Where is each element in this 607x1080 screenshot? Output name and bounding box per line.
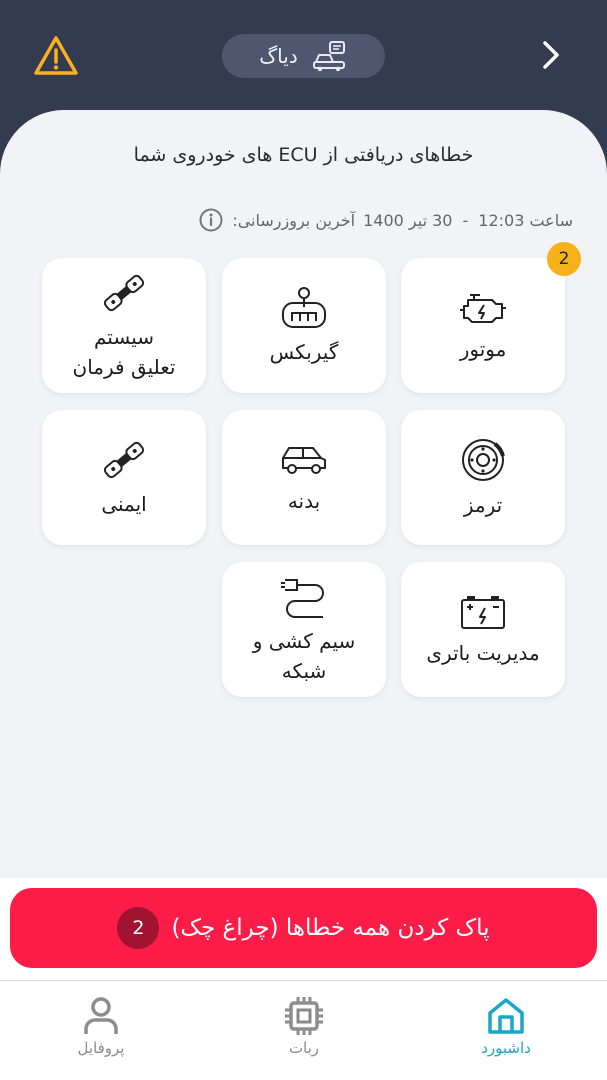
last-update-time: ساعت 12:03 [478,210,573,230]
gearbox-icon [282,286,326,328]
category-label: موتور [459,336,507,361]
error-count-badge: 2 [547,242,581,276]
category-card-engine[interactable]: 2 موتور [401,242,581,393]
engine-icon [460,293,506,323]
last-update-label: آخرین بروزرسانی: [232,210,356,230]
header-title: دیاگ [259,44,298,68]
wiring-plug-icon [281,578,324,618]
car-body-icon [282,446,326,474]
car-diagnostic-icon [312,41,345,72]
clear-count-badge: 2 [117,907,160,949]
nav-label: پروفایل [77,1039,125,1057]
brake-disc-icon [462,438,505,481]
chevron-right-icon [543,41,559,69]
nav-label: داشبورد [481,1039,531,1057]
category-card-body[interactable]: بدنه [222,410,386,545]
category-label: ایمنی [101,491,147,516]
page-heading: خطاهای دریافتی از ECU های خودروی شما [133,144,474,166]
main-content: خطاهای دریافتی از ECU های خودروی شما آخر… [0,110,607,878]
home-icon [488,998,524,1034]
suspension-icon [103,274,145,311]
seatbelt-icon [103,441,145,478]
diag-title-pill[interactable]: دیاگ [222,34,385,78]
user-icon [84,997,118,1034]
nav-profile[interactable]: پروفایل [41,995,161,1057]
category-label: سیم کشی و شبکه [252,628,356,683]
last-update-row: آخرین بروزرسانی: 30 تیر 1400 - ساعت 12:0… [198,206,573,234]
nav-label: ربات [288,1039,320,1057]
clear-all-errors-button[interactable]: پاک کردن همه خطاها (چراغ چک) 2 [10,888,597,968]
category-card-wiring[interactable]: سیم کشی و شبکه [222,562,386,697]
clear-button-label: پاک کردن همه خطاها (چراغ چک) [171,915,490,941]
category-card-suspension[interactable]: سیستم تعلیق فرمان [42,258,206,393]
category-label: سیستم تعلیق فرمان [72,324,176,379]
category-label: ترمز [463,492,503,517]
category-label: گیربکس [269,339,339,364]
category-label: مدیریت باتری [426,640,540,665]
nav-dashboard[interactable]: داشبورد [446,995,566,1057]
category-card-safety[interactable]: ایمنی [42,410,206,545]
category-card-battery[interactable]: مدیریت باتری [401,562,565,697]
back-button[interactable] [537,38,567,72]
bottom-navigation: داشبورد ربات پروفایل [0,980,607,1080]
category-label: بدنه [287,488,321,513]
last-update-separator: - [462,210,469,230]
category-card-gearbox[interactable]: گیربکس [222,258,386,393]
category-card-brake[interactable]: ترمز [401,410,565,545]
info-icon [199,208,223,232]
last-update-date: 30 تیر 1400 [363,210,453,230]
warning-button[interactable] [32,34,80,78]
nav-robot[interactable]: ربات [244,995,364,1057]
warning-icon [34,36,78,75]
clear-area: پاک کردن همه خطاها (چراغ چک) 2 [0,878,607,980]
battery-icon [461,595,505,629]
chip-icon [285,997,323,1035]
